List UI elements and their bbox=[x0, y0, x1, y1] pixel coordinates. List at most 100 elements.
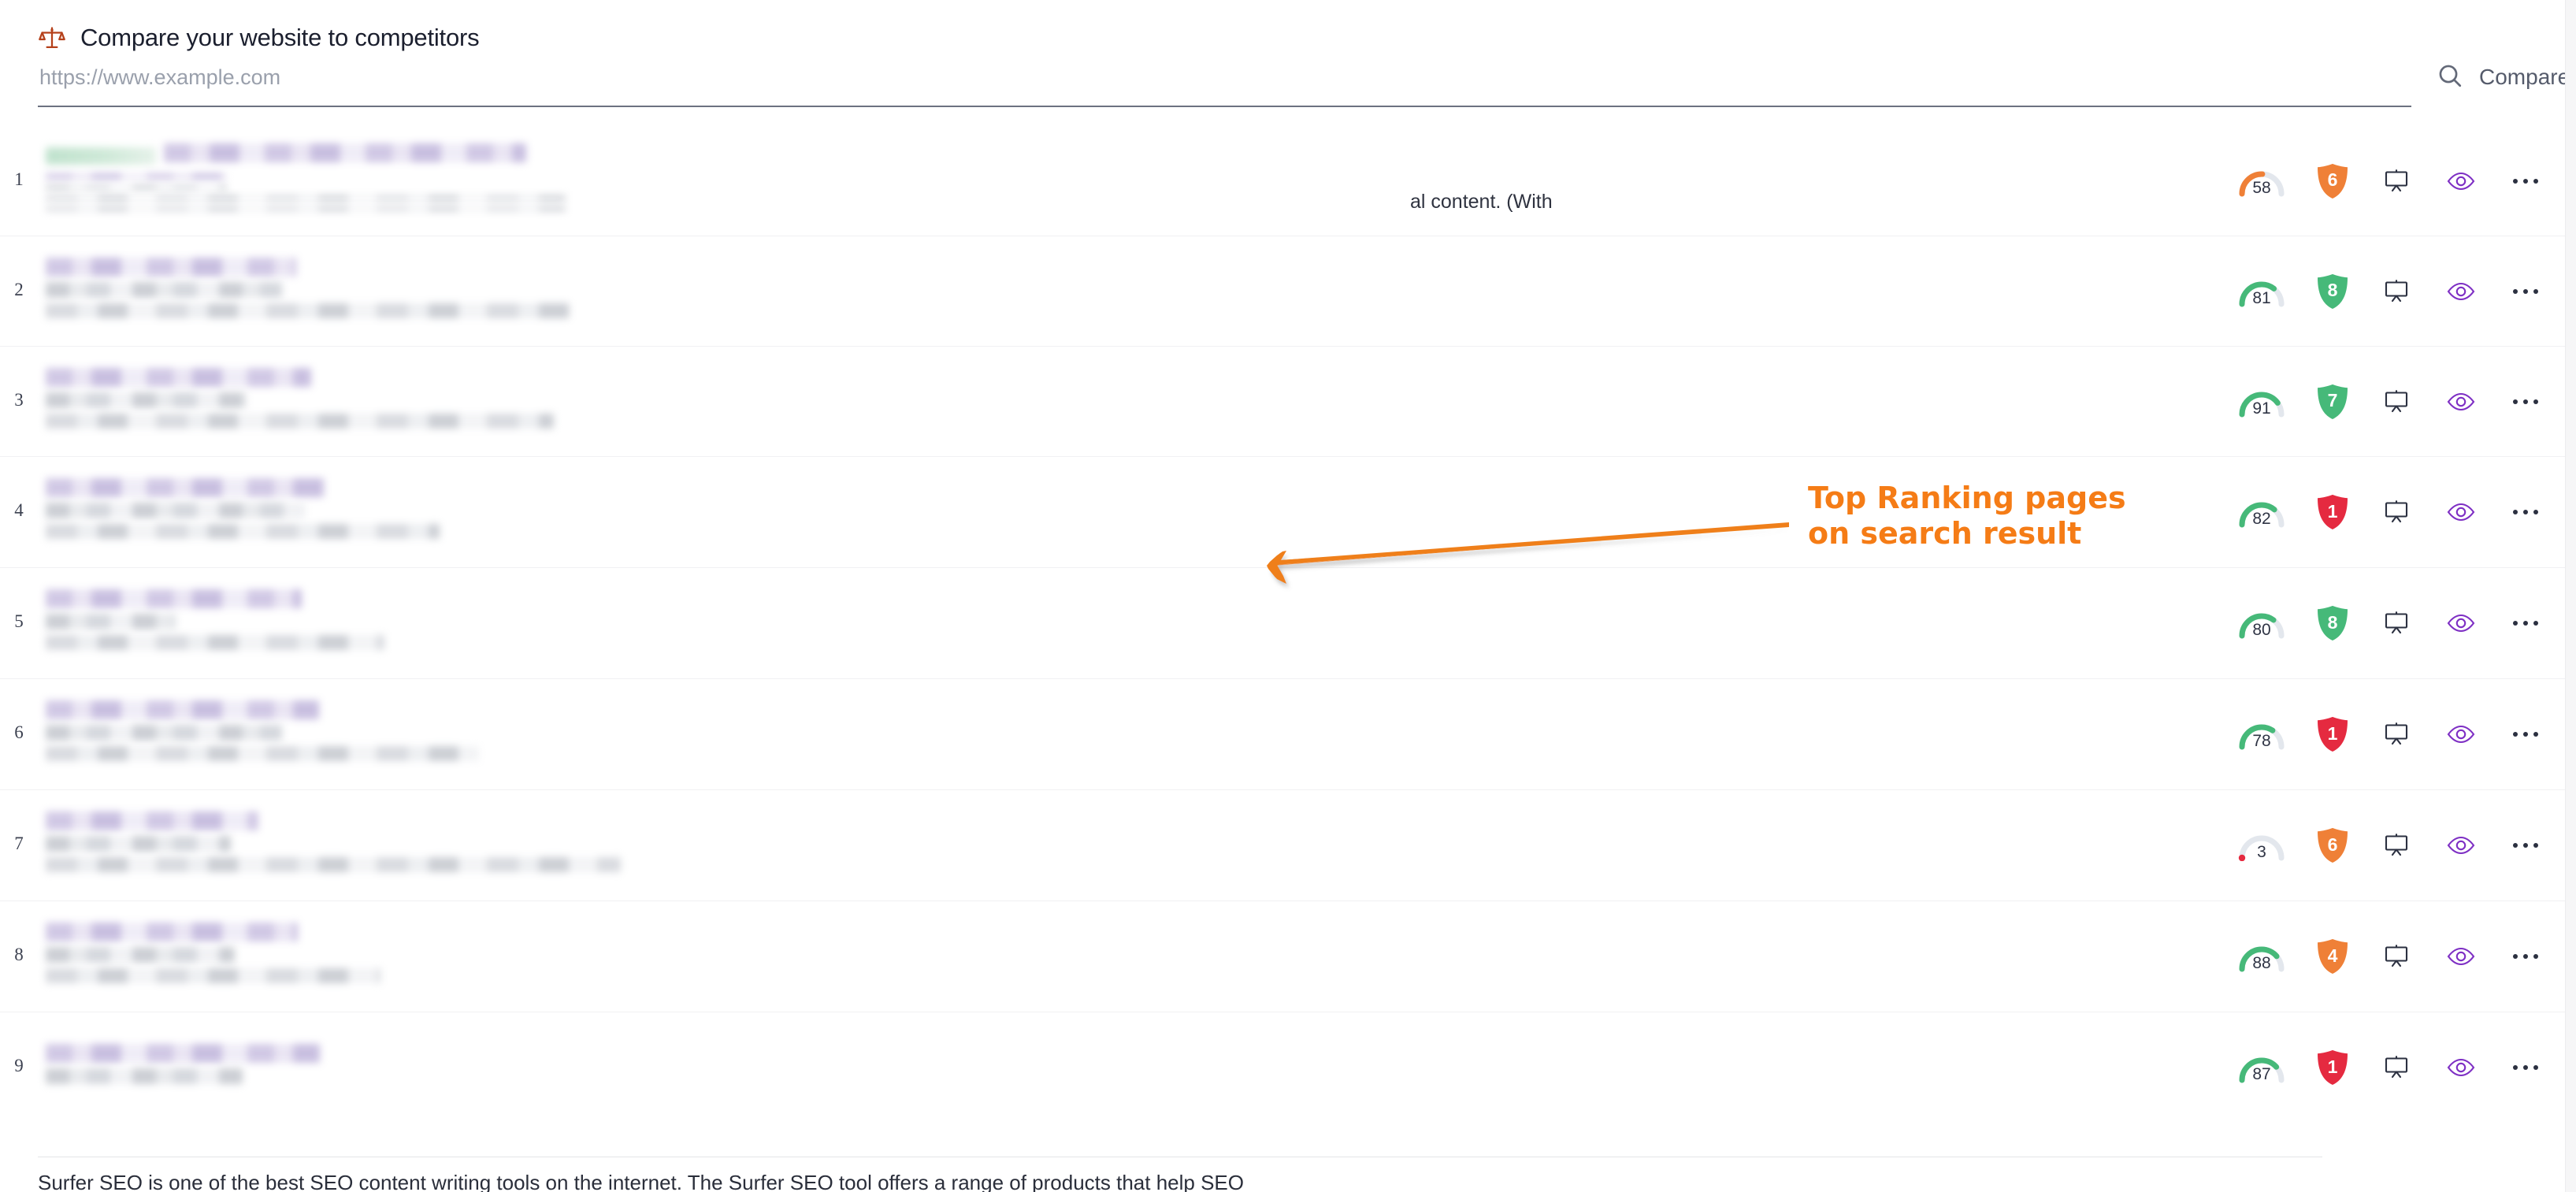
result-title-second-line bbox=[46, 173, 227, 180]
result-snippet[interactable] bbox=[38, 347, 2237, 456]
content-score-value: 82 bbox=[2252, 510, 2271, 528]
shield-badge-value: 8 bbox=[2327, 611, 2338, 633]
eye-icon[interactable] bbox=[2444, 384, 2478, 419]
shield-badge[interactable]: 6 bbox=[2316, 163, 2349, 199]
eye-icon[interactable] bbox=[2444, 1050, 2478, 1085]
result-rank: 4 bbox=[0, 457, 38, 567]
eye-icon[interactable] bbox=[2444, 717, 2478, 752]
content-score-gauge[interactable]: 91 bbox=[2237, 386, 2286, 418]
content-score-gauge[interactable]: 78 bbox=[2237, 719, 2286, 750]
more-options-icon[interactable] bbox=[2508, 606, 2543, 641]
content-score-gauge[interactable]: 58 bbox=[2237, 165, 2286, 197]
result-title bbox=[46, 1044, 320, 1063]
more-options-icon[interactable] bbox=[2508, 164, 2543, 199]
shield-badge[interactable]: 1 bbox=[2316, 1049, 2349, 1086]
eye-icon[interactable] bbox=[2444, 606, 2478, 641]
result-snippet[interactable] bbox=[38, 901, 2237, 1012]
presentation-board-icon[interactable] bbox=[2379, 384, 2414, 419]
result-title bbox=[164, 143, 526, 162]
content-score-value: 3 bbox=[2257, 843, 2266, 861]
presentation-board-icon[interactable] bbox=[2379, 939, 2414, 974]
presentation-board-icon[interactable] bbox=[2379, 495, 2414, 529]
presentation-board-icon[interactable] bbox=[2379, 828, 2414, 863]
content-score-gauge[interactable]: 87 bbox=[2237, 1052, 2286, 1083]
url-input[interactable] bbox=[38, 57, 2411, 98]
shield-badge-value: 1 bbox=[2327, 1056, 2338, 1077]
more-options-icon[interactable] bbox=[2508, 939, 2543, 974]
more-options-icon[interactable] bbox=[2508, 717, 2543, 752]
result-rank-number: 8 bbox=[14, 945, 24, 964]
eye-icon[interactable] bbox=[2444, 939, 2478, 974]
result-snippet[interactable] bbox=[38, 568, 2237, 678]
shield-badge-value: 6 bbox=[2327, 169, 2338, 190]
search-results-list: 1 al content. (With 58 6 2 81 8 3 91 7 4 82 1 5 80 8 6 78… bbox=[0, 126, 2576, 1123]
result-description bbox=[46, 746, 479, 761]
table-row[interactable]: 8 88 4 bbox=[0, 901, 2576, 1012]
result-url bbox=[46, 392, 247, 408]
result-url bbox=[46, 1068, 243, 1084]
more-options-icon[interactable] bbox=[2508, 384, 2543, 419]
result-rank: 1 bbox=[0, 126, 38, 236]
table-row[interactable]: 3 91 7 bbox=[0, 347, 2576, 457]
shield-badge[interactable]: 4 bbox=[2316, 938, 2349, 975]
shield-badge[interactable]: 8 bbox=[2316, 605, 2349, 641]
shield-badge[interactable]: 8 bbox=[2316, 273, 2349, 310]
result-rank-number: 2 bbox=[14, 279, 24, 299]
result-rank-number: 1 bbox=[14, 169, 24, 189]
shield-badge[interactable]: 7 bbox=[2316, 384, 2349, 420]
content-score-gauge[interactable]: 3 bbox=[2237, 830, 2286, 861]
table-row[interactable]: 1 al content. (With 58 6 bbox=[0, 126, 2576, 236]
result-snippet[interactable] bbox=[38, 679, 2237, 789]
more-options-icon[interactable] bbox=[2508, 495, 2543, 529]
presentation-board-icon[interactable] bbox=[2379, 164, 2414, 199]
table-row[interactable]: 4 82 1 bbox=[0, 457, 2576, 568]
content-score-gauge[interactable]: 80 bbox=[2237, 607, 2286, 639]
more-options-icon[interactable] bbox=[2508, 274, 2543, 309]
result-snippet[interactable] bbox=[38, 457, 2237, 567]
more-options-icon[interactable] bbox=[2508, 828, 2543, 863]
content-score-gauge[interactable]: 88 bbox=[2237, 941, 2286, 972]
result-title bbox=[46, 700, 319, 719]
table-row[interactable]: 6 78 1 bbox=[0, 679, 2576, 790]
compare-button[interactable]: Compare bbox=[2437, 57, 2570, 98]
presentation-board-icon[interactable] bbox=[2379, 1050, 2414, 1085]
result-description bbox=[46, 413, 554, 429]
result-snippet[interactable] bbox=[38, 236, 2237, 346]
table-row[interactable]: 7 3 6 bbox=[0, 790, 2576, 901]
result-rank: 7 bbox=[0, 790, 38, 900]
result-metrics: 91 7 bbox=[2237, 347, 2576, 456]
table-row[interactable]: 5 80 8 bbox=[0, 568, 2576, 679]
result-metrics: 82 1 bbox=[2237, 457, 2576, 567]
eye-icon[interactable] bbox=[2444, 164, 2478, 199]
shield-badge[interactable]: 6 bbox=[2316, 827, 2349, 863]
result-url bbox=[46, 281, 282, 298]
table-row[interactable]: 9 87 1 bbox=[0, 1012, 2576, 1123]
presentation-board-icon[interactable] bbox=[2379, 606, 2414, 641]
eye-icon[interactable] bbox=[2444, 828, 2478, 863]
more-options-icon[interactable] bbox=[2508, 1050, 2543, 1085]
shield-badge[interactable]: 1 bbox=[2316, 716, 2349, 752]
table-row[interactable]: 2 81 8 bbox=[0, 236, 2576, 347]
result-ad-tag bbox=[46, 147, 156, 165]
eye-icon[interactable] bbox=[2444, 495, 2478, 529]
result-snippet[interactable] bbox=[38, 126, 2237, 236]
shield-badge[interactable]: 1 bbox=[2316, 494, 2349, 530]
result-rank-number: 3 bbox=[14, 389, 24, 410]
content-score-gauge[interactable]: 81 bbox=[2237, 276, 2286, 307]
presentation-board-icon[interactable] bbox=[2379, 717, 2414, 752]
result-title bbox=[46, 257, 296, 277]
content-score-value: 78 bbox=[2252, 732, 2271, 750]
result-description bbox=[46, 206, 566, 211]
result-snippet[interactable] bbox=[38, 790, 2237, 900]
content-score-value: 91 bbox=[2252, 399, 2271, 418]
result-url bbox=[46, 836, 231, 852]
result-description bbox=[46, 857, 621, 872]
vertical-scrollbar[interactable] bbox=[2565, 0, 2576, 1192]
result-title bbox=[46, 478, 325, 497]
eye-icon[interactable] bbox=[2444, 274, 2478, 309]
result-rank-number: 6 bbox=[14, 722, 24, 742]
presentation-board-icon[interactable] bbox=[2379, 274, 2414, 309]
content-score-gauge[interactable]: 82 bbox=[2237, 496, 2286, 528]
result-snippet[interactable] bbox=[38, 1012, 2237, 1123]
shield-badge-value: 6 bbox=[2327, 834, 2338, 855]
